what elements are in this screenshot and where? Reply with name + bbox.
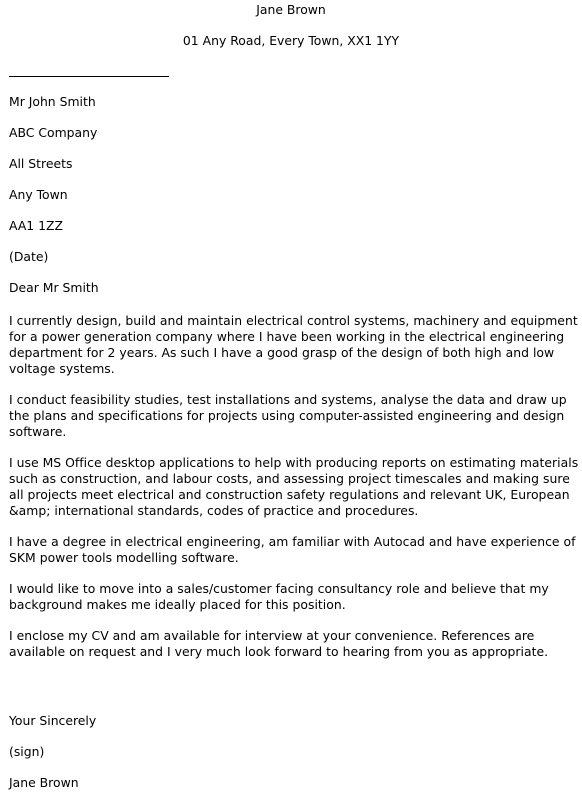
- recipient-postcode: AA1 1ZZ: [9, 218, 63, 233]
- recipient-block: Mr John Smith ABC Company All Streets An…: [9, 94, 99, 311]
- signature-placeholder: (sign): [9, 744, 45, 759]
- body-paragraph: I use MS Office desktop applications to …: [9, 455, 579, 518]
- body-paragraph: I have a degree in electrical engineerin…: [9, 534, 576, 565]
- recipient-company: ABC Company: [9, 125, 98, 140]
- body-paragraph: I conduct feasibility studies, test inst…: [9, 392, 567, 439]
- recipient-town: Any Town: [9, 187, 68, 202]
- closing-salutation: Your Sincerely: [9, 713, 97, 728]
- body-paragraph: I would like to move into a sales/custom…: [9, 581, 549, 612]
- closing-block: Your Sincerely (sign) Jane Brown: [9, 713, 96, 806]
- closing-name: Jane Brown: [9, 775, 79, 790]
- body-paragraph: I currently design, build and maintain e…: [9, 313, 578, 376]
- letter-date: (Date): [9, 249, 49, 264]
- body-paragraph: I enclose my CV and am available for int…: [9, 628, 549, 659]
- divider-line: [9, 76, 169, 77]
- sender-address: 01 Any Road, Every Town, XX1 1YY: [182, 33, 400, 48]
- greeting: Dear Mr Smith: [9, 280, 99, 295]
- recipient-street: All Streets: [9, 156, 73, 171]
- letter-body: I currently design, build and maintain e…: [9, 313, 582, 675]
- sender-name: Jane Brown: [256, 2, 326, 17]
- recipient-name: Mr John Smith: [9, 94, 96, 109]
